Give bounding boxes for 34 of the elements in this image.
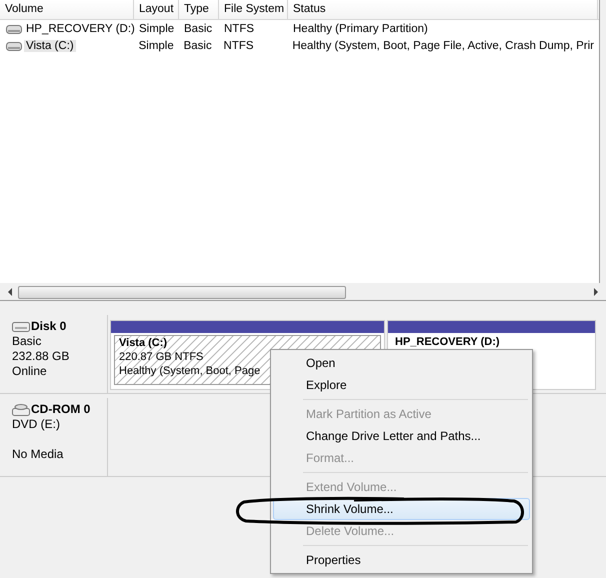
menu-item[interactable]: Change Drive Letter and Paths... [273,425,530,447]
column-header[interactable]: File System [219,0,288,19]
column-header[interactable]: Layout [134,0,179,19]
column-header[interactable]: Volume [0,0,134,19]
table-cell-text: Healthy (Primary Partition) [292,22,429,34]
partition-detail: Healthy (System, Boot, Page [119,364,260,378]
table-cell-text: NTFS [222,40,255,52]
table-cell-text: Basic [182,40,213,52]
table-cell-text: NTFS [223,22,256,34]
menu-item[interactable]: Properties [273,549,530,571]
table-cell-text: Basic [183,22,214,34]
drive-icon [12,322,30,332]
disk-detail: No Media [12,447,64,462]
disk-detail: Basic [12,334,42,349]
partition-name: HP_RECOVERY (D:) [395,335,500,349]
column-header[interactable]: Status [288,0,598,19]
table-cell-text: Simple [138,40,175,52]
table-cell-text: Simple [138,22,176,34]
disk-detail: 232.88 GB [12,349,70,364]
cd-drive-icon [12,404,30,416]
column-header[interactable]: Type [179,0,219,19]
disk-detail: Online [12,364,48,379]
partition-name: Vista (C:) [119,336,168,350]
scroll-thumb[interactable] [18,286,346,298]
table-cell-text: Healthy (System, Boot, Page File, Active, Crash Dump, Prir [291,40,595,52]
drive-icon [6,40,22,50]
horizontal-scrollbar[interactable] [0,284,606,301]
drive-icon [6,24,22,34]
disk-detail: DVD (E:) [12,417,61,432]
volume-name[interactable]: HP_RECOVERY (D:) [24,22,137,34]
partition-detail: 220.87 GB NTFS [119,350,204,364]
disk-name: Disk 0 [31,319,66,334]
volume-name[interactable]: Vista (C:) [24,40,76,52]
disk-name: CD-ROM 0 [31,402,90,417]
